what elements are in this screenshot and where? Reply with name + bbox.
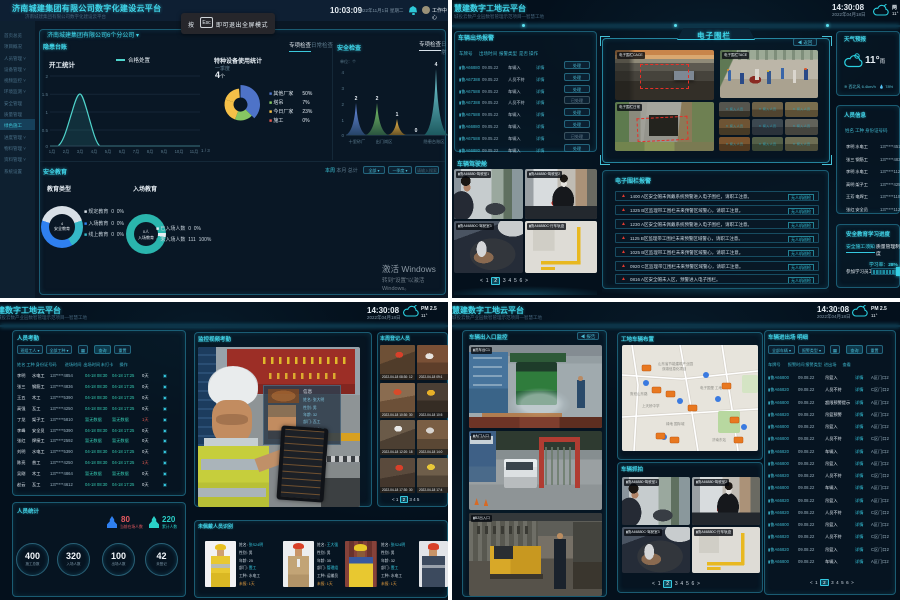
svg-text:上天桥中学: 上天桥中学: [642, 403, 660, 408]
svg-text:1: 1: [341, 118, 344, 123]
svg-text:出门岗区: 出门岗区: [376, 138, 393, 145]
svg-text:1月: 1月: [49, 149, 56, 154]
svg-text:7月: 7月: [133, 149, 140, 154]
svg-text:济南东站: 济南东站: [712, 437, 726, 442]
svg-text:9月: 9月: [161, 149, 168, 154]
svg-text:8月: 8月: [147, 149, 154, 154]
svg-text:2: 2: [341, 102, 344, 107]
svg-text:单位：个: 单位：个: [340, 58, 356, 64]
svg-text:5月: 5月: [105, 149, 112, 154]
svg-text:2: 2: [45, 74, 48, 79]
svg-text:1: 1: [45, 110, 48, 115]
svg-text:0: 0: [415, 128, 418, 134]
svg-text:10月: 10月: [175, 149, 184, 154]
svg-text:4: 4: [435, 62, 438, 68]
svg-text:山东省节能建筑产业园: 山东省节能建筑产业园: [658, 361, 693, 366]
svg-text:3: 3: [341, 86, 344, 91]
svg-text:11月: 11月: [190, 149, 199, 154]
svg-text:4: 4: [341, 70, 344, 75]
svg-text:绿地 国际城: 绿地 国际城: [666, 421, 685, 426]
svg-text:2: 2: [376, 96, 379, 102]
svg-text:0.5: 0.5: [42, 128, 49, 133]
svg-text:隐患台账区: 隐患台账区: [424, 138, 445, 145]
svg-text:鲁班山东路: 鲁班山东路: [630, 391, 648, 396]
svg-text:0: 0: [341, 133, 344, 138]
svg-text:6月: 6月: [119, 149, 126, 154]
svg-text:十里砂厂: 十里砂厂: [349, 138, 366, 145]
svg-text:双碳信息化项目: 双碳信息化项目: [662, 366, 687, 371]
svg-text:电子国堡 工地: 电子国堡 工地: [700, 385, 722, 390]
svg-text:1.5: 1.5: [42, 92, 49, 97]
svg-text:2: 2: [355, 96, 358, 102]
svg-text:1: 1: [396, 112, 399, 118]
svg-text:2月: 2月: [63, 149, 70, 154]
svg-text:4月: 4月: [91, 149, 98, 154]
svg-text:3月: 3月: [77, 149, 84, 154]
